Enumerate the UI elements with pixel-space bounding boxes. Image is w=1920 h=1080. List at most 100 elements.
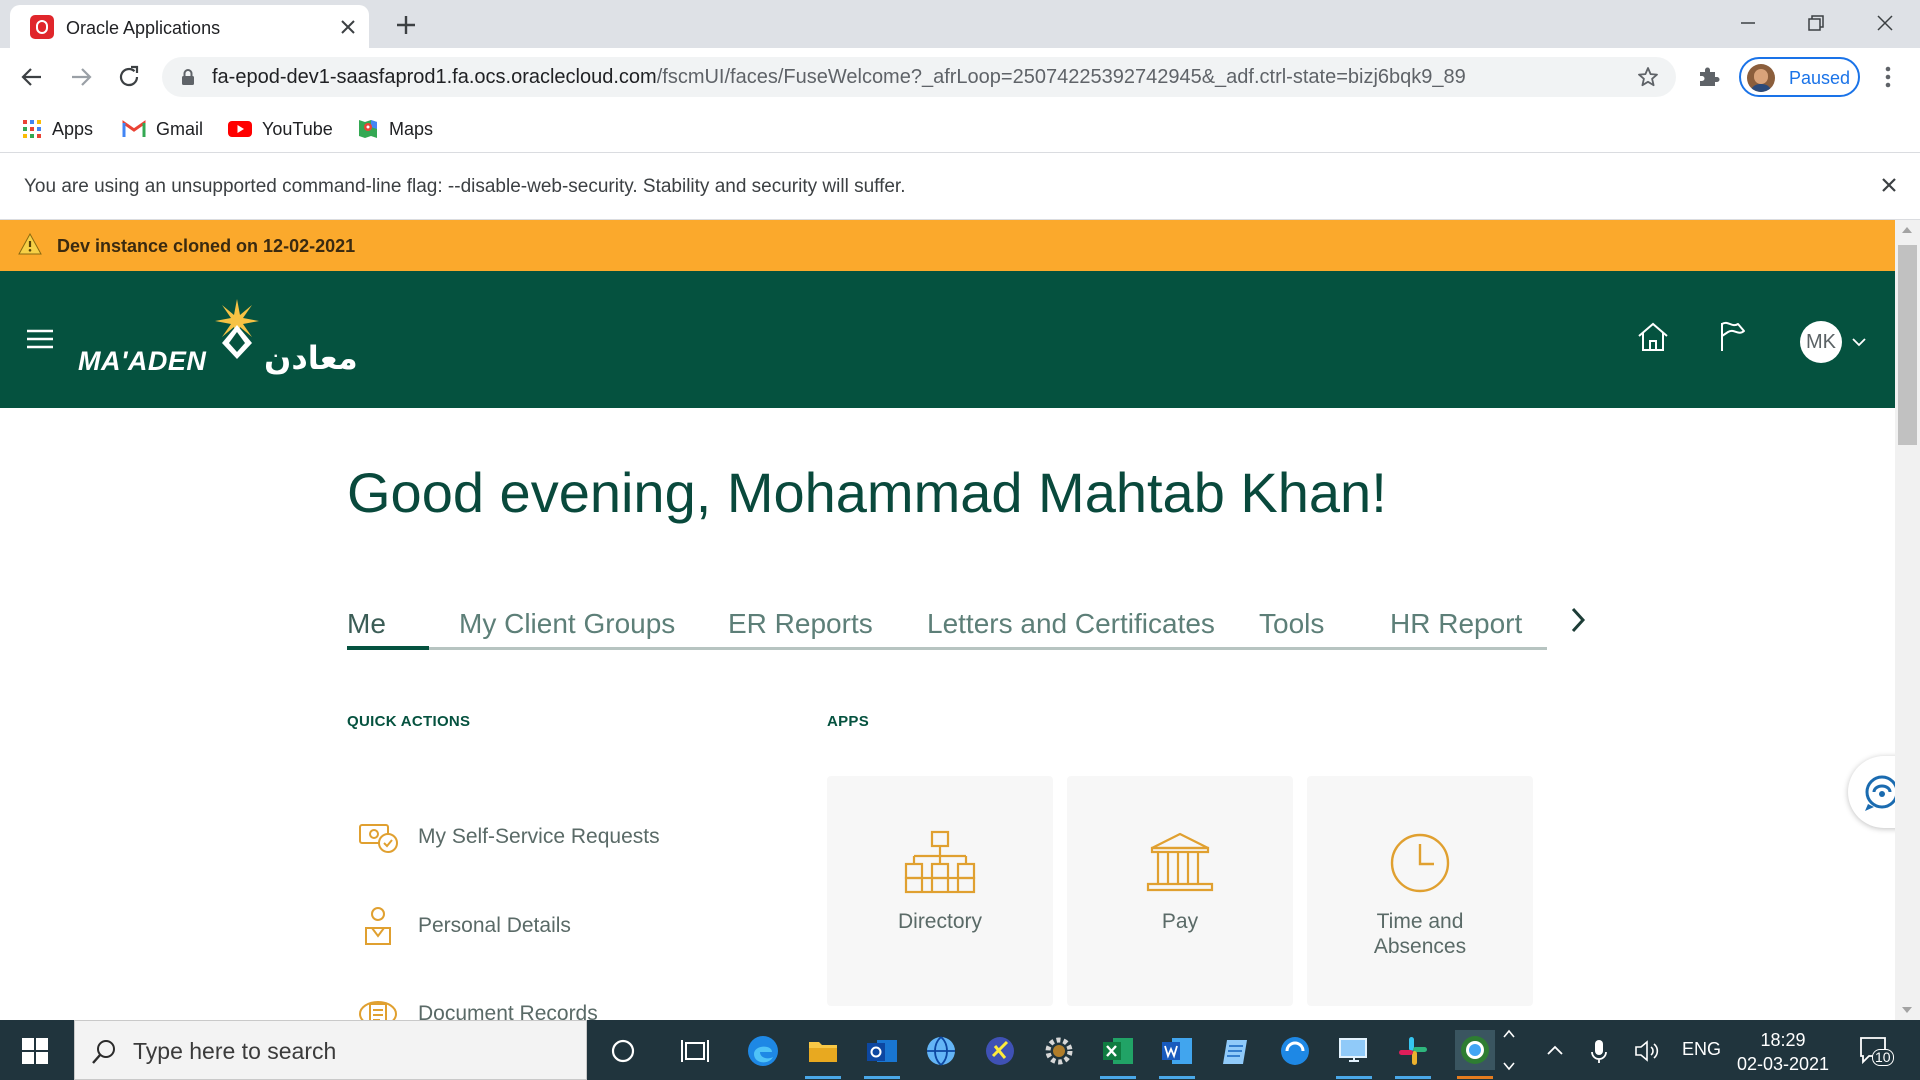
maaden-logo[interactable]: MA'ADEN معادن (76, 299, 406, 379)
search-icon (92, 1040, 115, 1064)
bookmark-apps[interactable]: Apps (22, 116, 93, 142)
microphone-icon[interactable] (1582, 1034, 1616, 1068)
oracle-favicon-icon (30, 15, 54, 39)
running-indicator (1100, 1076, 1136, 1079)
taskbar-search-box[interactable]: Type here to search (74, 1020, 587, 1080)
tab-title: Oracle Applications (66, 18, 221, 38)
volume-icon[interactable] (1630, 1034, 1664, 1068)
tab-er-reports[interactable]: ER Reports (728, 608, 873, 640)
bookmark-label: Maps (389, 118, 434, 139)
clock-icon (1390, 833, 1450, 893)
action-center-button[interactable]: 10 (1858, 1034, 1894, 1066)
tab-my-client-groups[interactable]: My Client Groups (459, 608, 675, 640)
quick-action-label: Personal Details (418, 914, 571, 937)
show-hidden-icons-icon[interactable] (1538, 1034, 1572, 1068)
running-indicator (864, 1076, 900, 1079)
scroll-up-arrow-icon[interactable] (1902, 227, 1912, 233)
running-indicator (1336, 1076, 1372, 1079)
extensions-puzzle-icon[interactable] (1696, 63, 1722, 89)
app-card-directory[interactable]: Directory (827, 776, 1053, 1006)
remote-assist-icon[interactable] (1278, 1034, 1312, 1068)
scrollbar-thumb[interactable] (1898, 245, 1917, 445)
app-card-time-and-absences[interactable]: Time and Absences (1307, 776, 1533, 1006)
profile-button[interactable]: Paused (1739, 57, 1860, 97)
cortana-icon[interactable] (606, 1034, 640, 1068)
bookmark-label: Apps (52, 118, 94, 139)
app-header: MA'ADEN معادن MK (0, 271, 1895, 408)
back-icon[interactable] (17, 62, 47, 92)
restore-icon[interactable] (1801, 8, 1831, 38)
remote-desktop-icon[interactable] (1337, 1034, 1371, 1068)
word-icon[interactable] (1160, 1034, 1194, 1068)
youtube-icon (228, 121, 252, 137)
quick-action-document-records[interactable]: Document Records (356, 994, 598, 1020)
tab-letters-and-certificates[interactable]: Letters and Certificates (927, 608, 1215, 640)
taskbar-clock[interactable]: 18:29 02-03-2021 (1728, 1028, 1838, 1076)
self-service-icon (359, 824, 398, 853)
oracle-app-viewport: Dev instance cloned on 12-02-2021 MA'ADE… (0, 220, 1920, 1020)
active-app-indicator (1457, 1076, 1493, 1079)
address-bar[interactable]: fa-epod-dev1-saasfaprod1.fa.ocs.oraclecl… (162, 57, 1676, 97)
bookmarks-bar: Apps Gmail YouTube Maps (0, 106, 1920, 153)
network-globe-icon[interactable] (924, 1034, 958, 1068)
tab-close-icon[interactable] (338, 17, 358, 37)
browser-menu-icon[interactable] (1878, 64, 1898, 90)
slack-icon[interactable] (1396, 1034, 1430, 1068)
task-view-icon[interactable] (678, 1034, 712, 1068)
bookmark-label: YouTube (262, 118, 333, 139)
home-icon[interactable] (1636, 321, 1670, 353)
bookmark-youtube[interactable]: YouTube (228, 116, 333, 142)
maps-icon (359, 120, 377, 138)
app-card-pay[interactable]: Pay (1067, 776, 1293, 1006)
tab-hr-report[interactable]: HR Report (1390, 608, 1522, 640)
language-indicator[interactable]: ENG (1682, 1039, 1721, 1060)
file-explorer-icon[interactable] (806, 1034, 840, 1068)
url-path: /fscmUI/faces/FuseWelcome?_afrLoop=25074… (656, 66, 1466, 88)
paint-icon[interactable] (983, 1034, 1017, 1068)
new-tab-icon[interactable] (392, 11, 420, 39)
active-tab-indicator (347, 646, 429, 650)
profile-status: Paused (1789, 68, 1851, 88)
logo-latin-text: MA'ADEN (78, 346, 207, 376)
windows-start-icon[interactable] (22, 1038, 48, 1064)
reload-icon[interactable] (114, 62, 144, 92)
chevron-down-icon[interactable] (1851, 337, 1867, 347)
apps-heading: APPS (827, 713, 870, 730)
tab-tools[interactable]: Tools (1259, 608, 1324, 640)
quick-action-personal-details[interactable]: Personal Details (356, 906, 571, 946)
chrome-icon[interactable] (1455, 1030, 1495, 1070)
profile-avatar (1747, 64, 1775, 92)
hamburger-menu-icon[interactable] (26, 328, 54, 350)
bookmark-gmail[interactable]: Gmail (122, 116, 203, 142)
app-card-label: Time and Absences (1373, 910, 1467, 958)
warning-infobar: You are using an unsupported command-lin… (0, 154, 1920, 220)
warning-icon (18, 233, 42, 255)
window-close-icon[interactable] (1870, 8, 1900, 38)
taskbar-overflow-icon[interactable] (1501, 1025, 1517, 1075)
quick-action-self-service-requests[interactable]: My Self-Service Requests (356, 817, 660, 857)
url-host: fa-epod-dev1-saasfaprod1.fa.ocs.oraclecl… (212, 66, 657, 88)
bookmark-star-icon[interactable] (1636, 65, 1660, 89)
page-scrollbar[interactable] (1895, 220, 1920, 1020)
excel-icon[interactable] (1101, 1034, 1135, 1068)
dev-banner-text: Dev instance cloned on 12-02-2021 (57, 236, 356, 256)
outlook-icon[interactable] (865, 1034, 899, 1068)
scroll-down-arrow-icon[interactable] (1902, 1007, 1912, 1013)
chevron-right-icon[interactable] (1568, 606, 1588, 634)
settings-gear-icon[interactable] (1042, 1034, 1076, 1068)
directory-icon (904, 830, 976, 894)
lock-icon[interactable] (180, 68, 196, 86)
infobar-close-icon[interactable] (1880, 176, 1898, 194)
watchlist-flag-icon[interactable] (1716, 319, 1750, 353)
bookmark-label: Gmail (156, 118, 204, 139)
user-avatar[interactable]: MK (1800, 321, 1842, 363)
browser-tab[interactable]: Oracle Applications (10, 5, 369, 48)
tab-me[interactable]: Me (347, 608, 386, 640)
windows-taskbar: Type here to search ENG 18:29 02-03-2021… (0, 1020, 1920, 1080)
minimize-icon[interactable] (1733, 8, 1763, 38)
forward-icon[interactable] (66, 62, 96, 92)
notepad-icon[interactable] (1219, 1034, 1253, 1068)
running-indicator (1159, 1076, 1195, 1079)
edge-icon[interactable] (746, 1034, 780, 1068)
bookmark-maps[interactable]: Maps (357, 116, 433, 142)
